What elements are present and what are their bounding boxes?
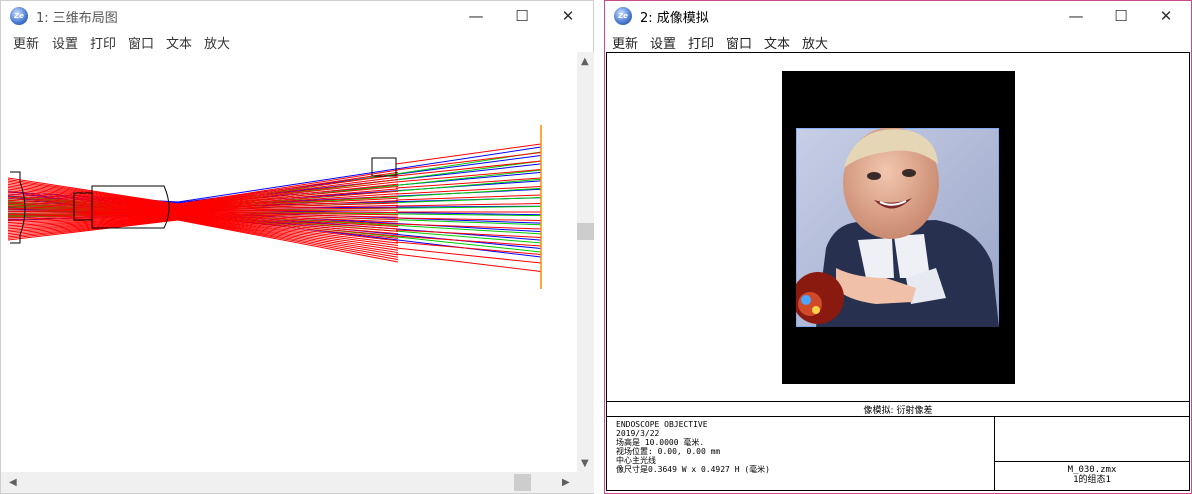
vertical-scroll-thumb[interactable] (577, 223, 594, 240)
info-block: ENDOSCOPE OBJECTIVE 2019/3/22 场高是 10.000… (616, 420, 770, 474)
close-button[interactable]: ✕ (1143, 1, 1189, 31)
ray (395, 253, 542, 272)
child-photo (796, 128, 999, 327)
scroll-left-icon[interactable]: ◀ (9, 478, 17, 488)
file-box-rule (995, 461, 1189, 462)
info-line-image-size: 像尺寸是0.3649 W x 0.4927 H (毫米) (616, 465, 770, 474)
zemax-app-icon: Ze (10, 7, 28, 25)
scrollbar-corner (577, 472, 594, 493)
window-title: 2: 成像模拟 (640, 11, 709, 26)
menu-window[interactable]: 窗口 (128, 33, 154, 52)
title-bar[interactable]: Ze 1: 三维布局图 — ☐ ✕ (1, 1, 593, 31)
scroll-right-icon[interactable]: ▶ (562, 478, 570, 488)
menu-bar: 更新 设置 打印 窗口 文本 放大 (1, 31, 593, 52)
simulated-image-frame (782, 71, 1015, 384)
caption-top-rule (607, 401, 1189, 402)
minimize-button[interactable]: — (453, 1, 499, 31)
scroll-up-icon[interactable]: ▲ (581, 57, 589, 67)
close-button[interactable]: ✕ (545, 1, 591, 31)
minimize-button[interactable]: — (1053, 1, 1099, 31)
menu-zoom[interactable]: 放大 (204, 33, 230, 52)
horizontal-scroll-thumb[interactable] (514, 474, 531, 491)
menu-update[interactable]: 更新 (612, 33, 638, 52)
maximize-button[interactable]: ☐ (499, 1, 545, 31)
info-top-rule (607, 416, 1189, 417)
info-line-title: ENDOSCOPE OBJECTIVE (616, 420, 708, 429)
menu-update[interactable]: 更新 (13, 33, 39, 52)
menu-bar: 更新 设置 打印 窗口 文本 放大 (605, 31, 1191, 52)
info-line-chief-ray: 中心主光线 (616, 456, 656, 465)
menu-print[interactable]: 打印 (90, 33, 116, 52)
ray (395, 241, 542, 255)
vertical-scrollbar[interactable]: ▲ ▼ (577, 52, 594, 472)
ray-trace-diagram (7, 125, 542, 289)
menu-settings[interactable]: 设置 (650, 33, 676, 52)
menu-text[interactable]: 文本 (166, 33, 192, 52)
menu-text[interactable]: 文本 (764, 33, 790, 52)
file-name: M_030.zmx (1067, 465, 1117, 475)
zemax-app-icon: Ze (614, 7, 632, 25)
scroll-down-icon[interactable]: ▼ (581, 459, 589, 469)
simulation-canvas: 像模拟: 衍射像差 ENDOSCOPE OBJECTIVE 2019/3/22 … (606, 52, 1190, 491)
config-label: 1的组态1 (1073, 475, 1111, 485)
menu-window[interactable]: 窗口 (726, 33, 752, 52)
info-line-date: 2019/3/22 (616, 429, 660, 438)
file-info: M_030.zmx 1的组态1 (995, 465, 1189, 485)
menu-print[interactable]: 打印 (688, 33, 714, 52)
maximize-button[interactable]: ☐ (1098, 1, 1144, 31)
ray (395, 203, 542, 207)
image-simulation-window[interactable]: Ze 2: 成像模拟 — ☐ ✕ 更新 设置 打印 窗口 文本 放大 像模拟: … (604, 0, 1192, 494)
layout-canvas (7, 52, 577, 472)
menu-zoom[interactable]: 放大 (802, 33, 828, 52)
menu-settings[interactable]: 设置 (52, 33, 78, 52)
simulated-image (796, 128, 999, 327)
info-line-field-position: 视场位置: 0.00, 0.00 mm (616, 447, 721, 456)
layout-window[interactable]: Ze 1: 三维布局图 — ☐ ✕ 更新 设置 打印 窗口 文本 放大 ▲ ▼ (0, 0, 594, 494)
horizontal-scrollbar[interactable]: ◀ ▶ (1, 472, 577, 493)
info-line-field-height: 场高是 10.0000 毫米. (616, 438, 705, 447)
window-title: 1: 三维布局图 (36, 11, 118, 26)
simulation-caption: 像模拟: 衍射像差 (863, 406, 933, 416)
ray (395, 247, 542, 264)
title-bar[interactable]: Ze 2: 成像模拟 — ☐ ✕ (605, 1, 1191, 31)
